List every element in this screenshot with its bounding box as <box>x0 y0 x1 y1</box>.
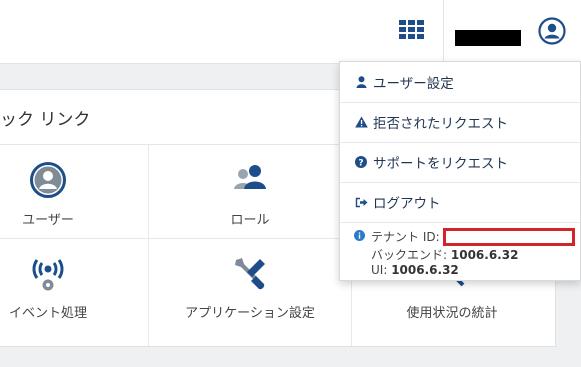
quick-link-application-settings[interactable]: アプリケーション設定 <box>175 240 325 332</box>
quick-link-users[interactable]: ユーザー <box>0 147 123 239</box>
backend-version-line: バックエンド: 1006.6.32 <box>371 246 518 263</box>
menu-item-user-settings[interactable]: ユーザー設定 <box>340 62 580 103</box>
ui-version-line: UI: 1006.6.32 <box>371 263 459 277</box>
menu-item-request-support[interactable]: ? サポートをリクエスト <box>340 142 580 183</box>
warning-icon <box>354 116 368 128</box>
quick-link-label: イベント処理 <box>8 306 87 321</box>
question-circle-icon: ? <box>354 156 368 168</box>
ui-version: 1006.6.32 <box>391 263 459 277</box>
broadcast-gear-icon <box>32 259 64 291</box>
panel-title: ック リンク <box>0 110 91 130</box>
quick-link-roles[interactable]: ロール <box>175 147 325 239</box>
menu-item-label: ログアウト <box>373 196 441 212</box>
quick-link-label: 使用状況の統計 <box>406 306 498 321</box>
info-icon <box>354 230 365 241</box>
top-header <box>0 0 581 64</box>
menu-item-logout[interactable]: ログアウト <box>340 182 580 223</box>
grid-divider <box>148 145 149 346</box>
user-dropdown-menu: ユーザー設定 拒否されたリクエスト ? サポートをリクエスト ログアウト テナン… <box>339 61 581 281</box>
tenant-id-label: テナント ID: <box>371 230 440 244</box>
user-circle-icon <box>30 162 66 198</box>
backend-label: バックエンド: <box>371 248 448 262</box>
users-icon <box>234 165 266 189</box>
sign-out-icon <box>354 197 368 208</box>
quick-link-label: ユーザー <box>22 213 74 228</box>
menu-item-label: ユーザー設定 <box>373 76 454 92</box>
user-icon <box>354 76 368 88</box>
svg-text:?: ? <box>358 158 363 168</box>
app-grid-icon[interactable] <box>399 20 429 42</box>
user-menu-toggle[interactable] <box>443 0 581 63</box>
ui-label: UI: <box>371 263 388 277</box>
redacted-tenant-id <box>443 228 575 246</box>
quick-link-label: ロール <box>230 213 270 228</box>
menu-item-label: 拒否されたリクエスト <box>373 116 508 132</box>
backend-version: 1006.6.32 <box>450 248 519 262</box>
menu-item-rejected-requests[interactable]: 拒否されたリクエスト <box>340 102 580 143</box>
quick-link-event-processing[interactable]: イベント処理 <box>0 240 123 332</box>
wrench-screwdriver-icon <box>235 258 265 290</box>
user-avatar-icon[interactable] <box>538 17 566 45</box>
quick-link-label: アプリケーション設定 <box>185 306 315 321</box>
redacted-username <box>455 30 521 46</box>
menu-item-label: サポートをリクエスト <box>373 156 508 172</box>
